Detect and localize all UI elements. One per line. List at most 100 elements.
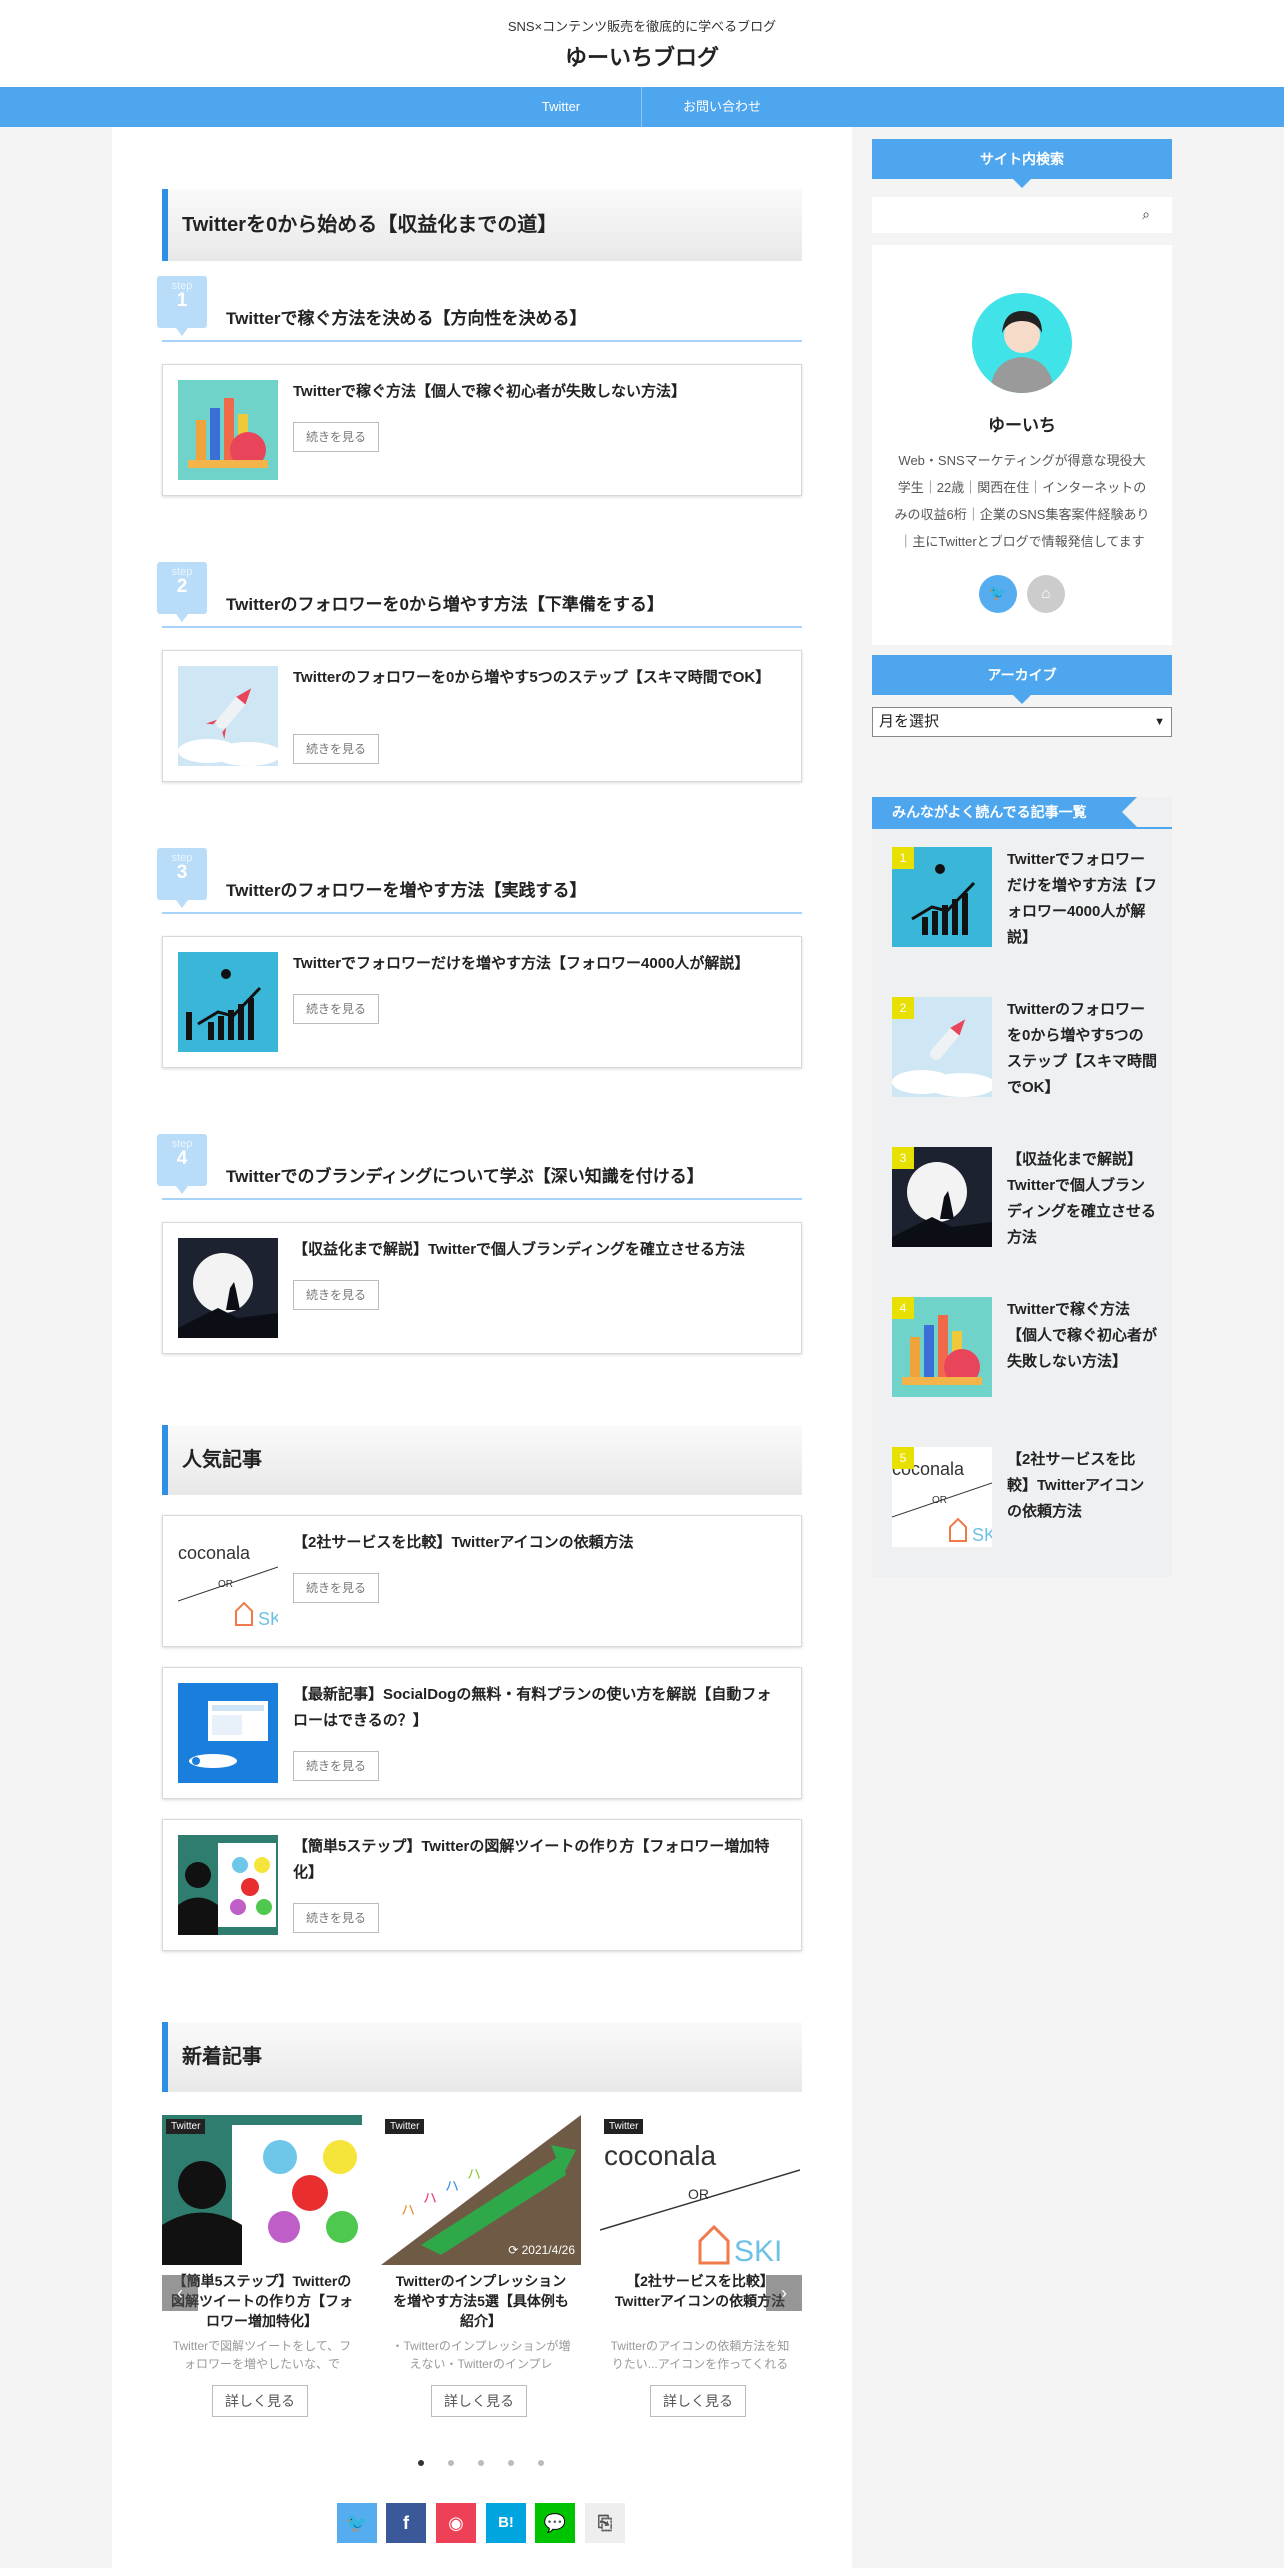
article-title[interactable]: 【2社サービスを比較】Twitterアイコンの依頼方法 — [293, 1530, 783, 1556]
read-more-button[interactable]: 続きを見る — [293, 422, 379, 452]
profile-name: ゆーいち — [988, 416, 1056, 435]
archive-select[interactable]: 月を選択 ▼ — [872, 707, 1172, 737]
carousel-next-arrow[interactable]: › — [766, 2275, 802, 2311]
ranking-title[interactable]: Twitterで稼ぐ方法【個人で稼ぐ初心者が失敗しない方法】 — [1007, 1297, 1157, 1375]
ranking-item[interactable]: 2 Twitterのフォロワーを0から増やす5つのステップ【スキマ時間でOK】 — [892, 997, 1157, 1097]
ranking-title[interactable]: 【2社サービスを比較】Twitterアイコンの依頼方法 — [1007, 1447, 1157, 1525]
article-card[interactable]: 【簡単5ステップ】Twitterの図解ツイートの作り方【フォロワー増加特化】 続… — [162, 1819, 802, 1951]
svg-text:ハ: ハ — [423, 2190, 437, 2206]
read-more-button[interactable]: 続きを見る — [293, 994, 379, 1024]
ranking-title[interactable]: Twitterでフォロワーだけを増やす方法【フォロワー4000人が解説】 — [1007, 847, 1157, 951]
category-tag[interactable]: Twitter — [604, 2119, 644, 2134]
carousel-title[interactable]: Twitterのインプレッションを増やす方法5選【具体例も紹介】 — [389, 2271, 573, 2331]
carousel-title[interactable]: 【2社サービスを比較】Twitterアイコンの依頼方法 — [608, 2271, 792, 2311]
article-title[interactable]: Twitterのフォロワーを0から増やす5つのステップ【スキマ時間でOK】 — [293, 665, 783, 691]
article-thumbnail — [178, 1683, 278, 1783]
article-card[interactable]: Twitterで稼ぐ方法【個人で稼ぐ初心者が失敗しない方法】 続きを見る — [162, 364, 802, 496]
svg-text:OR: OR — [688, 2186, 709, 2202]
read-more-button[interactable]: 続きを見る — [293, 1280, 379, 1310]
carousel-card[interactable]: coconala OR SKI Twitter 【2社サービスを比較】Twitter… — [600, 2115, 800, 2425]
category-tag[interactable]: Twitter — [166, 2119, 206, 2134]
line-icon: 💬 — [543, 2513, 567, 2533]
sidebar: サイト内検索 ⌕ ゆーいち Web・SNSマーケティングが得意な現役大学生｜22… — [872, 127, 1172, 1577]
rank-badge: 1 — [892, 847, 914, 869]
svg-text:coconala: coconala — [604, 2140, 717, 2171]
divider — [162, 912, 802, 914]
carousel-card[interactable]: Twitter 【簡単5ステップ】Twitterの図解ツイートの作り方【フォロワ… — [162, 2115, 362, 2425]
share-line-button[interactable]: 💬 — [535, 2503, 575, 2543]
share-facebook-button[interactable]: f — [386, 2503, 426, 2543]
article-card[interactable]: Twitterのフォロワーを0から増やす5つのステップ【スキマ時間でOK】 続き… — [162, 650, 802, 782]
site-title[interactable]: ゆーいちブログ — [0, 40, 1284, 72]
article-card[interactable]: 【最新記事】SocialDogの無料・有料プランの使い方を解説【自動フォローはで… — [162, 1667, 802, 1799]
nav-item-contact[interactable]: お問い合わせ — [642, 87, 802, 127]
step-title: Twitterのフォロワーを増やす方法【実践する】 — [226, 881, 587, 900]
ranking-title[interactable]: Twitterのフォロワーを0から増やす5つのステップ【スキマ時間でOK】 — [1007, 997, 1157, 1101]
ranking-item[interactable]: 4 Twitterで稼ぐ方法【個人で稼ぐ初心者が失敗しない方法】 — [892, 1297, 1157, 1397]
refresh-icon: ⟳ — [508, 2243, 519, 2257]
article-title[interactable]: Twitterでフォロワーだけを増やす方法【フォロワー4000人が解説】 — [293, 951, 783, 977]
article-title[interactable]: 【最新記事】SocialDogの無料・有料プランの使い方を解説【自動フォローはで… — [293, 1682, 783, 1734]
ranking-item[interactable]: 3 【収益化まで解説】Twitterで個人ブランディングを確立させる方法 — [892, 1147, 1156, 1247]
article-title[interactable]: Twitterで稼ぐ方法【個人で稼ぐ初心者が失敗しない方法】 — [293, 379, 783, 405]
read-more-button[interactable]: 続きを見る — [293, 1573, 379, 1603]
article-title[interactable]: 【簡単5ステップ】Twitterの図解ツイートの作り方【フォロワー増加特化】 — [293, 1834, 783, 1886]
ranking-item[interactable]: 1 Twitterでフォロワーだけを増やす方法【フォロワー4000人が解説】 — [892, 847, 1157, 947]
article-thumbnail: coconalaORSK — [178, 1531, 278, 1631]
step-badge: step 2 — [157, 562, 207, 622]
article-title[interactable]: 【収益化まで解説】Twitterで個人ブランディングを確立させる方法 — [293, 1237, 783, 1263]
carousel-dot[interactable] — [538, 2460, 544, 2466]
detail-button[interactable]: 詳しく見る — [431, 2385, 527, 2417]
step-title: Twitterのフォロワーを0から増やす方法【下準備をする】 — [226, 595, 664, 614]
divider — [162, 626, 802, 628]
site-header: SNS×コンテンツ販売を徹底的に学べるブログ ゆーいちブログ — [0, 0, 1284, 87]
profile-twitter-button[interactable]: 🐦 — [979, 575, 1017, 613]
read-more-button[interactable]: 続きを見る — [293, 1903, 379, 1933]
chevron-left-icon: ‹ — [177, 2283, 183, 2303]
svg-text:ハ: ハ — [445, 2178, 459, 2194]
carousel-dot[interactable] — [508, 2460, 514, 2466]
category-tag[interactable]: Twitter — [385, 2119, 425, 2134]
read-more-button[interactable]: 続きを見る — [293, 1751, 379, 1781]
step-badge: step 1 — [157, 276, 207, 336]
rank-badge: 3 — [892, 1147, 914, 1169]
nav-item-twitter[interactable]: Twitter — [481, 87, 641, 127]
carousel-excerpt: Twitterで図解ツイートをして、フォロワーを増やしたいな、で — [172, 2339, 352, 2371]
twitter-icon: 🐦 — [988, 585, 1008, 602]
carousel-card[interactable]: ハハハハ Twitter ⟳ 2021/4/26 Twitterのインプレッショ… — [381, 2115, 581, 2425]
read-more-button[interactable]: 続きを見る — [293, 734, 379, 764]
copy-link-button[interactable]: ⎘ — [585, 2503, 625, 2543]
search-input[interactable] — [872, 197, 1122, 233]
share-hatena-button[interactable]: B! — [486, 2503, 526, 2543]
search-icon[interactable]: ⌕ — [1142, 206, 1150, 223]
svg-text:SK: SK — [258, 1609, 278, 1629]
ranking-heading-bar: みんながよく読んでる記事一覧 — [872, 797, 1172, 829]
search-box: ⌕ — [872, 197, 1172, 233]
home-icon: ⌂ — [1041, 585, 1051, 602]
article-card[interactable]: 【収益化まで解説】Twitterで個人ブランディングを確立させる方法 続きを見る — [162, 1222, 802, 1354]
popular-heading: 人気記事 — [162, 1425, 802, 1495]
carousel-dot[interactable] — [448, 2460, 454, 2466]
rank-badge: 5 — [892, 1447, 914, 1469]
avatar[interactable] — [972, 293, 1072, 393]
article-card[interactable]: Twitterでフォロワーだけを増やす方法【フォロワー4000人が解説】 続きを… — [162, 936, 802, 1068]
detail-button[interactable]: 詳しく見る — [212, 2385, 308, 2417]
site-description: SNS×コンテンツ販売を徹底的に学べるブログ — [507, 19, 777, 34]
share-twitter-button[interactable]: 🐦 — [337, 2503, 377, 2543]
article-card[interactable]: coconalaORSK 【2社サービスを比較】Twitterアイコンの依頼方法… — [162, 1515, 802, 1647]
carousel-prev-arrow[interactable]: ‹ — [162, 2275, 198, 2311]
ranking-title[interactable]: 【収益化まで解説】Twitterで個人ブランディングを確立させる方法 — [1007, 1147, 1157, 1251]
carousel-excerpt: ・Twitterのインプレッションが増えない・Twitterのインプレ — [391, 2339, 571, 2371]
carousel-dot-active[interactable] — [418, 2460, 424, 2466]
chevron-right-icon: › — [781, 2283, 787, 2303]
step-title: Twitterで稼ぐ方法を決める【方向性を決める】 — [226, 309, 587, 328]
detail-button[interactable]: 詳しく見る — [650, 2385, 746, 2417]
carousel-dot[interactable] — [478, 2460, 484, 2466]
svg-text:SKI: SKI — [734, 2235, 782, 2265]
article-thumbnail — [178, 380, 278, 480]
article-thumbnail — [178, 952, 278, 1052]
share-pocket-button[interactable]: ◉ — [436, 2503, 476, 2543]
step-badge: step 4 — [157, 1134, 207, 1194]
profile-home-button[interactable]: ⌂ — [1027, 575, 1065, 613]
ranking-item[interactable]: coconalaORSK 5 【2社サービスを比較】Twitterアイコンの依頼… — [891, 1447, 1152, 1547]
